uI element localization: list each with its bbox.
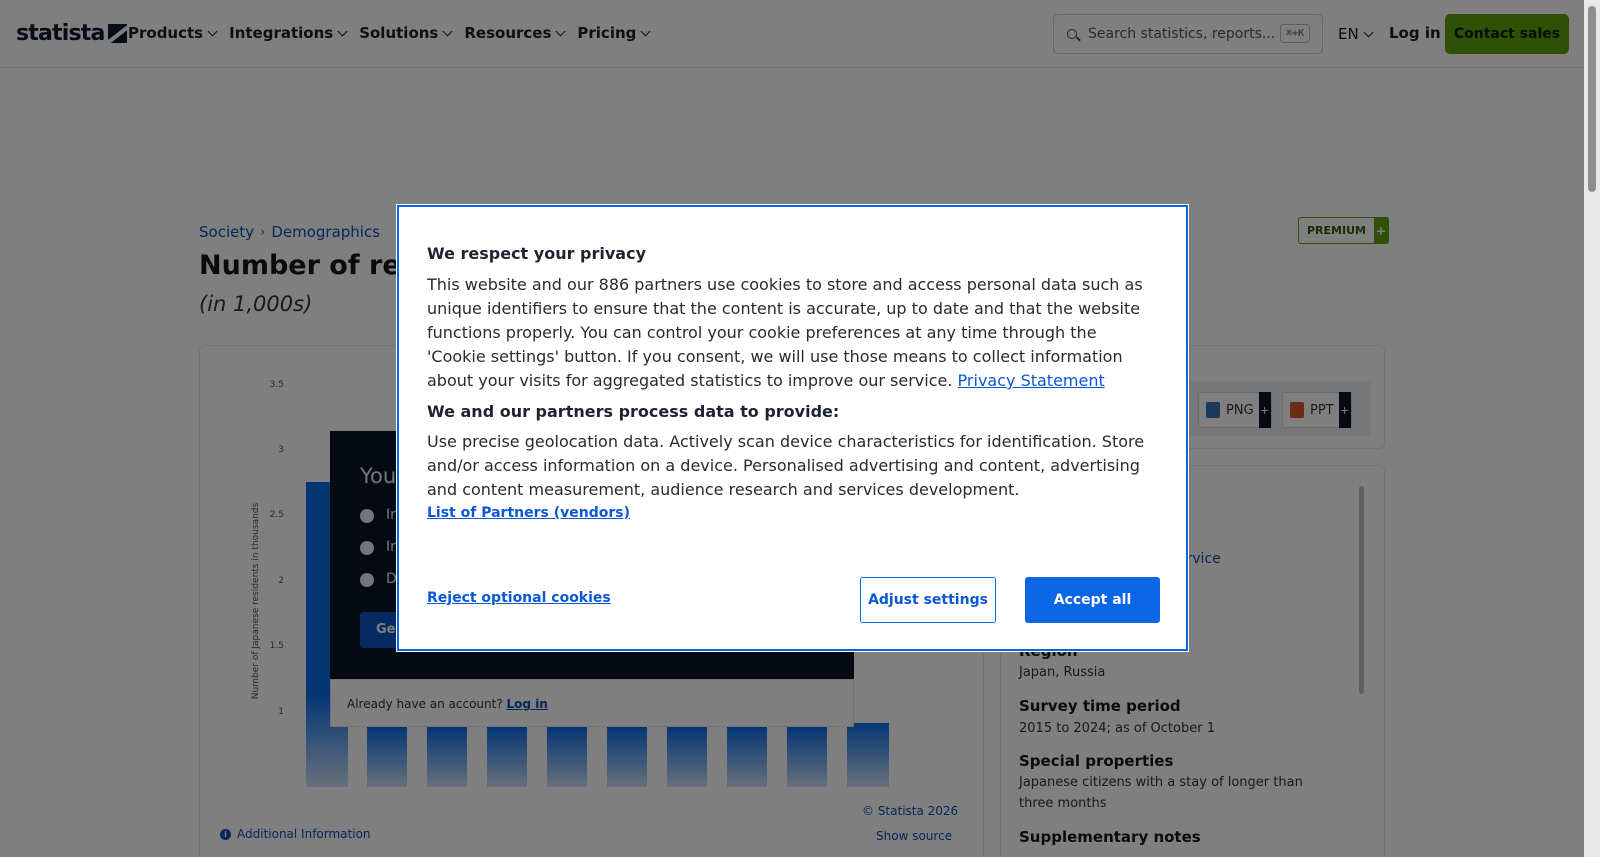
privacy-statement-link[interactable]: Privacy Statement (958, 371, 1105, 390)
adjust-settings-button[interactable]: Adjust settings (860, 577, 996, 623)
partners-list-link[interactable]: List of Partners (vendors) (427, 505, 630, 521)
cookie-description: This website and our 886 partners use co… (427, 273, 1158, 393)
reject-optional-cookies-link[interactable]: Reject optional cookies (427, 590, 611, 606)
cookie-heading: We respect your privacy (427, 244, 647, 263)
cookie-consent-dialog: We respect your privacy This website and… (397, 205, 1188, 651)
purposes-text: Use precise geolocation data. Actively s… (427, 432, 1145, 499)
page-scroll-thumb[interactable] (1588, 6, 1596, 192)
purposes-heading: We and our partners process data to prov… (427, 402, 840, 421)
accept-all-button[interactable]: Accept all (1025, 577, 1160, 623)
